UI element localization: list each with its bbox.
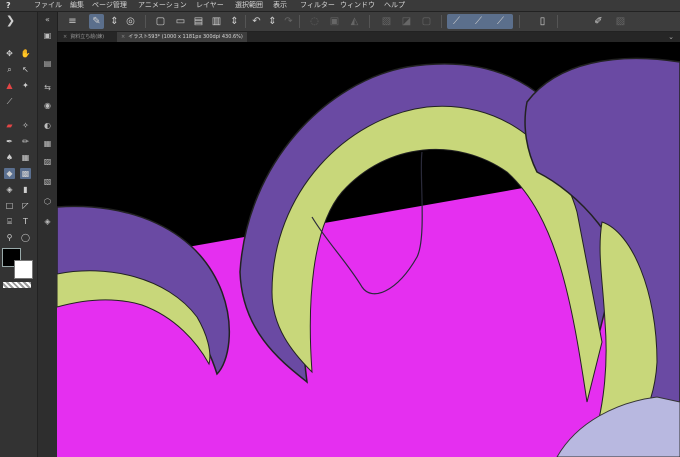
menu-file[interactable]: ファイル: [34, 0, 62, 11]
approximate-color-icon[interactable]: ▧: [42, 176, 53, 187]
undo-icon[interactable]: ↶: [249, 14, 264, 29]
tab-label: イラスト593* (1000 x 1181px 300dpi 430.6%): [128, 34, 243, 40]
separator: [441, 15, 442, 28]
settings-icon[interactable]: ▨: [613, 14, 628, 29]
stepper-icon[interactable]: ⇕: [265, 14, 280, 29]
command-bar: ≡ ✎ ⇕ ◎ ▢ ▭ ▤ ▥ ⇕ ↶ ⇕ ↷ ◌ ▣ ◭ ▧ ◪ ▢ ⟋ ⟋ …: [57, 12, 680, 32]
separator: [299, 15, 300, 28]
separator: [245, 15, 246, 28]
frame-icon[interactable]: ◸: [20, 200, 31, 211]
collapse-chevron-icon[interactable]: ❯: [5, 14, 16, 27]
ruler-icon[interactable]: ⌸: [4, 216, 15, 227]
menu-help[interactable]: ヘルプ: [384, 0, 405, 11]
export-icon[interactable]: ▥: [209, 14, 224, 29]
drawing-canvas[interactable]: [57, 42, 680, 457]
close-icon[interactable]: ×: [121, 34, 125, 40]
app-logo-icon[interactable]: ?: [6, 0, 11, 11]
pen-tool-icon[interactable]: ✎: [89, 14, 104, 29]
separator: [145, 15, 146, 28]
deselect-icon[interactable]: ▧: [379, 14, 394, 29]
balloon-icon[interactable]: ⚲: [4, 232, 15, 243]
fill-bucket-icon[interactable]: ▲: [4, 80, 15, 91]
menu-animation[interactable]: アニメーション: [138, 0, 187, 11]
material-icon[interactable]: ⬡: [42, 196, 53, 207]
pen-icon[interactable]: ✒: [4, 136, 15, 147]
brush-icon[interactable]: ♠: [4, 152, 15, 163]
save-icon[interactable]: ▤: [191, 14, 206, 29]
stepper-icon[interactable]: ⇕: [227, 14, 242, 29]
open-folder-icon[interactable]: ▭: [173, 14, 188, 29]
menu-layer[interactable]: レイヤー: [196, 0, 224, 11]
new-file-icon[interactable]: ▢: [153, 14, 168, 29]
color-set-icon[interactable]: ▦: [42, 138, 53, 149]
tab-document-1[interactable]: × 資料立ち絵(練): [59, 32, 108, 42]
move-icon[interactable]: ✥: [4, 48, 15, 59]
transform-icon[interactable]: ◭: [347, 14, 362, 29]
crop-icon[interactable]: ▢: [419, 14, 434, 29]
gradient-icon[interactable]: ▮: [20, 184, 31, 195]
tab-document-2[interactable]: × イラスト593* (1000 x 1181px 300dpi 430.6%): [117, 32, 247, 42]
separator: [369, 15, 370, 28]
navigator-icon[interactable]: ▤: [42, 58, 53, 69]
menu-filter[interactable]: フィルター: [300, 0, 335, 11]
fill-icon[interactable]: ◈: [4, 184, 15, 195]
edit-icon[interactable]: ✐: [591, 14, 606, 29]
sparkle-icon[interactable]: ✧: [20, 120, 31, 131]
snap-grid-icon[interactable]: ⟋: [493, 14, 508, 29]
menu-page[interactable]: ページ管理: [92, 0, 127, 11]
artwork: [57, 42, 680, 457]
brush-size-icon[interactable]: ◉: [42, 100, 53, 111]
pencil-icon[interactable]: ✏: [20, 136, 31, 147]
menu-selection[interactable]: 選択範囲: [235, 0, 263, 11]
transparent-color-swatch[interactable]: [3, 282, 31, 288]
tool-property-icon[interactable]: ⇆: [42, 82, 53, 93]
menu-window[interactable]: ウィンドウ: [340, 0, 375, 11]
document-tabs: × 資料立ち絵(練) × イラスト593* (1000 x 1181px 300dp…: [57, 32, 680, 42]
close-icon[interactable]: ×: [63, 34, 67, 40]
snap-ruler-icon[interactable]: ⟋: [449, 14, 464, 29]
figure-icon[interactable]: □: [4, 200, 15, 211]
stepper-icon[interactable]: ⇕: [107, 14, 122, 29]
zoom-icon[interactable]: ⌕: [4, 64, 15, 75]
operation-icon[interactable]: ↖: [20, 64, 31, 75]
sub-tool-strip: « ▣ ▤ ⇆ ◉ ◐ ▦ ▨ ▧ ⬡ ◈: [38, 12, 58, 457]
tab-label: 資料立ち絵(練): [70, 34, 105, 40]
magic-wand-icon[interactable]: ✦: [20, 80, 31, 91]
eyedropper-icon[interactable]: ⟋: [4, 96, 15, 107]
invert-selection-icon[interactable]: ◪: [399, 14, 414, 29]
airbrush-icon[interactable]: ▦: [20, 152, 31, 163]
menu-view[interactable]: 表示: [273, 0, 287, 11]
layer-property-icon[interactable]: ▣: [42, 30, 53, 41]
menu-bar: ? ファイル 編集 ページ管理 アニメーション レイヤー 選択範囲 表示 フィル…: [0, 0, 680, 12]
clear-icon[interactable]: ◌: [307, 14, 322, 29]
smartphone-icon[interactable]: ▯: [535, 14, 550, 29]
separator: [519, 15, 520, 28]
collapse-left-icon[interactable]: «: [42, 14, 53, 25]
blend-icon[interactable]: ▩: [20, 168, 31, 179]
snap-special-ruler-icon[interactable]: ⟋: [471, 14, 486, 29]
sub-color-swatch[interactable]: [14, 260, 33, 279]
color-wheel-icon[interactable]: ◐: [42, 120, 53, 131]
intermediate-color-icon[interactable]: ▨: [42, 156, 53, 167]
fill-icon[interactable]: ▣: [327, 14, 342, 29]
correct-line-icon[interactable]: ◯: [20, 232, 31, 243]
redo-icon[interactable]: ↷: [281, 14, 296, 29]
text-icon[interactable]: T: [20, 216, 31, 227]
layer-panel-icon[interactable]: ◈: [42, 216, 53, 227]
menu-edit[interactable]: 編集: [70, 0, 84, 11]
decoration-icon[interactable]: ◆: [4, 168, 15, 179]
chevron-down-icon[interactable]: ⌄: [668, 32, 674, 42]
eraser-icon[interactable]: ▰: [4, 120, 15, 131]
tool-palette: ❯ ✥ ✋ ⌕ ↖ ▲ ✦ ⟋ ▰ ✧ ✒ ✏ ♠ ▦ ◆ ▩ ◈ ▮ □ ◸ …: [0, 12, 38, 457]
hand-icon[interactable]: ✋: [20, 48, 31, 59]
separator: [557, 15, 558, 28]
hamburger-menu-icon[interactable]: ≡: [65, 14, 80, 29]
view-mode-icon[interactable]: ◎: [123, 14, 138, 29]
